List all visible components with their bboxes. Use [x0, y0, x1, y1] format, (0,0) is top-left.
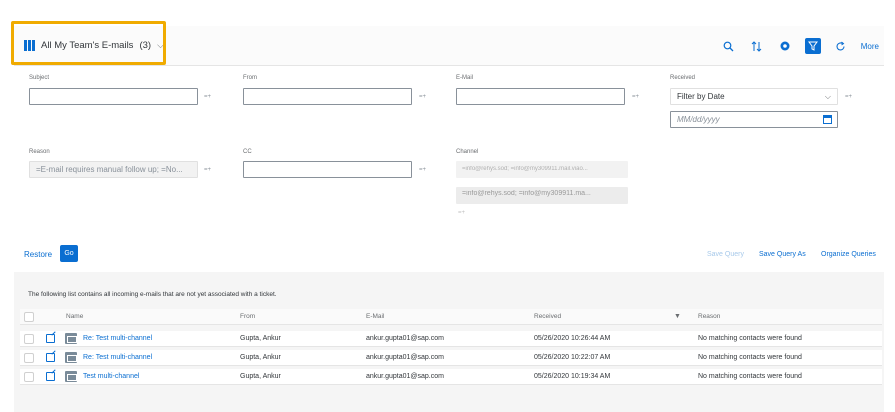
row-email: ankur.gupta01@sap.com: [366, 354, 444, 361]
cc-label: CC: [243, 149, 252, 155]
table-info-text: The following list contains all incoming…: [28, 291, 277, 298]
row-reason: No matching contacts were found: [698, 354, 802, 361]
column-header-name[interactable]: Name: [66, 313, 83, 320]
email-input[interactable]: [456, 88, 625, 105]
search-icon[interactable]: [721, 38, 737, 54]
column-header-email[interactable]: E-Mail: [366, 313, 384, 320]
view-selector-highlight: [11, 21, 166, 65]
subject-value-help-icon[interactable]: =+: [204, 94, 211, 100]
cc-value-help-icon[interactable]: =+: [419, 167, 426, 173]
subject-label: Subject: [29, 75, 50, 81]
table-row[interactable]: Re: Test multi-channel Gupta, Ankur anku…: [20, 350, 882, 366]
row-from: Gupta, Ankur: [240, 335, 281, 342]
row-checkbox[interactable]: [24, 334, 34, 344]
channel-value-help-icon[interactable]: =+: [458, 210, 465, 216]
save-query-button[interactable]: Save Query: [707, 251, 744, 258]
sort-icon[interactable]: [749, 38, 765, 54]
channel-input[interactable]: =info@rehys.sod; =info@my309911.mail.via…: [456, 161, 628, 178]
reason-input[interactable]: =E-mail requires manual follow up; =No..…: [29, 161, 198, 178]
organize-queries-button[interactable]: Organize Queries: [821, 251, 876, 258]
row-reason: No matching contacts were found: [698, 373, 802, 380]
received-date-input[interactable]: MM/dd/yyyy: [670, 111, 838, 128]
go-button[interactable]: Go: [60, 245, 78, 262]
filter-footer: [14, 238, 884, 272]
row-checkbox[interactable]: [24, 353, 34, 363]
email-icon: [65, 333, 77, 344]
email-label: E-Mail: [456, 75, 474, 81]
open-external-icon[interactable]: [46, 372, 55, 381]
select-all-checkbox[interactable]: [24, 312, 34, 322]
email-icon: [65, 371, 77, 382]
refresh-icon[interactable]: [833, 38, 849, 54]
reason-value: =E-mail requires manual follow up; =No..…: [36, 165, 183, 174]
channel-value: =info@rehys.sod; =info@my309911.mail.via…: [462, 166, 588, 172]
table-row[interactable]: Test multi-channel Gupta, Ankur ankur.gu…: [20, 369, 882, 385]
row-received: 05/26/2020 10:22:07 AM: [534, 354, 611, 361]
chevron-down-icon: ⌵: [824, 92, 831, 101]
filter-icon[interactable]: [804, 38, 821, 54]
cc-input[interactable]: [243, 161, 412, 178]
column-header-from[interactable]: From: [240, 313, 255, 320]
more-button[interactable]: More: [861, 42, 879, 51]
channel-label: Channel: [456, 149, 479, 155]
from-input[interactable]: [243, 88, 412, 105]
row-name-link[interactable]: Re: Test multi-channel: [83, 354, 152, 361]
channel-token[interactable]: =info@rehys.sod; =info@my309911.ma...: [456, 187, 628, 204]
channel-token-value: =info@rehys.sod; =info@my309911.ma...: [462, 190, 591, 197]
table-row[interactable]: Re: Test multi-channel Gupta, Ankur anku…: [20, 331, 882, 347]
row-from: Gupta, Ankur: [240, 373, 281, 380]
row-name-link[interactable]: Test multi-channel: [83, 373, 139, 380]
row-received: 05/26/2020 10:19:34 AM: [534, 373, 611, 380]
toolbar: More: [721, 38, 879, 54]
row-checkbox[interactable]: [24, 372, 34, 382]
reason-value-help-icon[interactable]: =+: [204, 167, 211, 173]
column-header-received[interactable]: Received: [534, 313, 561, 320]
table-header-row: Name From E-Mail Received ▼ Reason: [20, 309, 882, 325]
page: All My Team's E-mails (3) ⌵ More Subject…: [0, 0, 895, 412]
sort-descending-icon: ▼: [674, 313, 681, 320]
row-from: Gupta, Ankur: [240, 354, 281, 361]
row-email: ankur.gupta01@sap.com: [366, 373, 444, 380]
received-label: Received: [670, 75, 696, 81]
subject-input[interactable]: [29, 88, 198, 105]
row-name-link[interactable]: Re: Test multi-channel: [83, 335, 152, 342]
row-reason: No matching contacts were found: [698, 335, 802, 342]
restore-button[interactable]: Restore: [24, 250, 52, 259]
received-value-help-icon[interactable]: =+: [845, 94, 852, 100]
open-external-icon[interactable]: [46, 334, 55, 343]
row-email: ankur.gupta01@sap.com: [366, 335, 444, 342]
save-query-as-button[interactable]: Save Query As: [759, 251, 806, 258]
reason-label: Reason: [29, 149, 50, 155]
from-value-help-icon[interactable]: =+: [419, 94, 426, 100]
calendar-icon[interactable]: [823, 115, 832, 124]
email-value-help-icon[interactable]: =+: [632, 94, 639, 100]
settings-icon[interactable]: [777, 38, 793, 54]
received-select-value: Filter by Date: [677, 92, 725, 101]
email-icon: [65, 352, 77, 363]
received-select[interactable]: Filter by Date ⌵: [670, 88, 838, 105]
column-header-reason[interactable]: Reason: [698, 313, 720, 320]
open-external-icon[interactable]: [46, 353, 55, 362]
received-date-placeholder: MM/dd/yyyy: [677, 115, 720, 124]
from-label: From: [243, 75, 257, 81]
row-received: 05/26/2020 10:26:44 AM: [534, 335, 611, 342]
